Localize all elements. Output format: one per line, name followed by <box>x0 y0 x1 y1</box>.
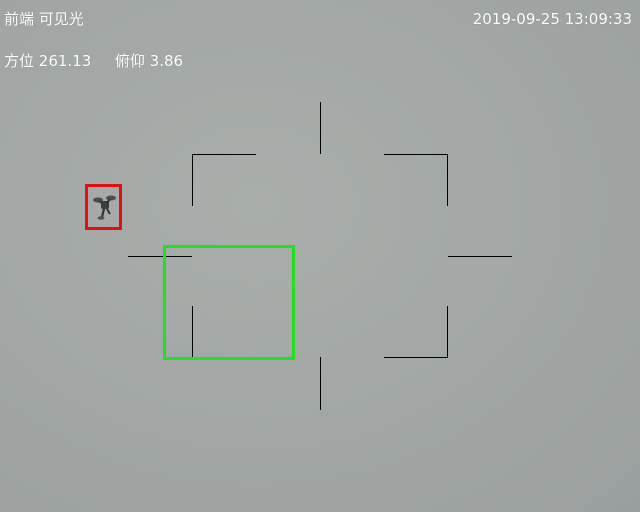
elevation-label: 俯仰 <box>114 52 145 70</box>
azimuth-label: 方位 <box>4 52 35 70</box>
camera-mode-label: 前端 可见光 <box>4 10 84 28</box>
elevation-value: 3.86 <box>149 52 184 70</box>
azimuth-value: 261.13 <box>38 52 92 70</box>
reticle-corner-top-right-h <box>384 154 448 155</box>
reticle-corner-bottom-right-h <box>384 357 448 358</box>
reticle-corner-top-right-v <box>447 154 448 206</box>
reticle-right-tick <box>448 256 512 257</box>
reticle-corner-top-left-h <box>192 154 256 155</box>
reticle-top-tick <box>320 102 321 154</box>
reticle-corner-bottom-right-v <box>447 306 448 358</box>
azimuth-elevation-readout: 方位 261.13 俯仰 3.86 <box>4 52 183 70</box>
reticle-bottom-tick <box>320 357 321 410</box>
reticle-corner-top-left-v <box>192 154 193 206</box>
tracking-box[interactable] <box>163 245 295 360</box>
drone-icon <box>90 190 118 226</box>
timestamp: 2019-09-25 13:09:33 <box>472 10 632 28</box>
